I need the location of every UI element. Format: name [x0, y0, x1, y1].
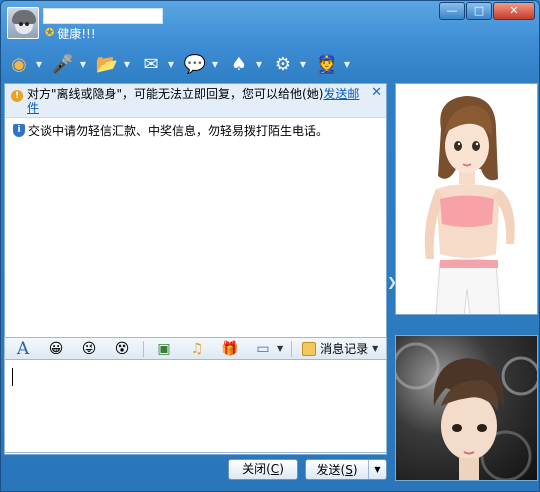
toolbar-game[interactable]: ♠ ▼	[225, 47, 265, 81]
info-icon: !	[11, 90, 23, 102]
status-text: 健康!!!	[57, 26, 96, 41]
chevron-down-icon[interactable]: ▼	[33, 60, 45, 69]
contact-status: ✪ 健康!!!	[45, 25, 96, 41]
video-call-icon: ◉	[11, 53, 27, 75]
mail-icon: ✉	[143, 53, 159, 75]
separator	[291, 340, 293, 357]
male-avatar-illustration	[396, 342, 537, 480]
minimize-button[interactable]: —	[439, 2, 465, 20]
self-avatar-show	[395, 335, 538, 481]
toolbar-voice-call[interactable]: 🎤 ▼	[49, 47, 89, 81]
toolbar-chat-bubble[interactable]: 💬 ▼	[181, 47, 221, 81]
send-button-paren: )	[352, 463, 358, 477]
message-input[interactable]	[4, 360, 387, 453]
close-notice-icon[interactable]: ✕	[371, 86, 382, 100]
history-icon	[302, 341, 317, 356]
send-file-icon: 📂	[95, 53, 119, 75]
chat-bubble-icon: 💬	[183, 53, 207, 75]
close-button-key: C	[270, 462, 280, 476]
screen-capture-icon[interactable]: ▭	[251, 340, 275, 358]
text-caret	[12, 368, 13, 386]
shake-icon[interactable]: 😵	[110, 340, 134, 358]
music-icon[interactable]: ♫	[185, 340, 209, 358]
voice-call-icon: 🎤	[51, 53, 75, 75]
chevron-down-icon[interactable]: ▼	[121, 60, 133, 69]
chevron-down-icon[interactable]: ▼	[277, 344, 283, 353]
format-toolbar: A 😀 😜 😵 ▣ ♫ 🎁 ▭ ▼ 消息记录 ▼	[4, 337, 387, 360]
emoticon-icon[interactable]: 😀	[44, 340, 68, 358]
toolbar-settings[interactable]: ⚙ ▼	[269, 47, 309, 81]
magic-emoticon-icon[interactable]: 😜	[77, 340, 101, 358]
chevron-down-icon[interactable]: ▼	[253, 60, 265, 69]
chevron-down-icon[interactable]: ▼	[341, 60, 353, 69]
send-button-label: 发送(	[316, 463, 346, 477]
chat-toolbar: ◉ ▼ 🎤 ▼ 📂 ▼ ✉ ▼ 💬 ▼ ♠ ▼ ⚙ ▼ 👮 ▼	[5, 47, 537, 81]
contact-avatar[interactable]	[7, 7, 39, 39]
safety-warning: i 交谈中请勿轻信汇款、中奖信息，勿轻易拨打陌生电话。	[13, 122, 328, 139]
toolbar-send-file[interactable]: 📂 ▼	[93, 47, 133, 81]
chevron-down-icon[interactable]: ▼	[209, 60, 221, 69]
status-star-icon: ✪	[45, 26, 55, 39]
message-history-button[interactable]: 消息记录 ▼	[302, 340, 378, 357]
offline-notice-bar: ! 对方"离线或隐身"，可能无法立即回复，您可以给他(她)发送邮件 ✕	[5, 84, 386, 118]
font-icon[interactable]: A	[11, 340, 35, 358]
chevron-down-icon[interactable]: ▼	[77, 60, 89, 69]
chevron-down-icon[interactable]: ▼	[297, 60, 309, 69]
image-icon[interactable]: ▣	[152, 340, 176, 358]
game-icon: ♠	[230, 53, 248, 75]
message-history-label: 消息记录	[320, 342, 369, 356]
female-avatar-illustration	[424, 96, 515, 314]
maximize-button[interactable]: □	[466, 2, 492, 20]
close-button[interactable]: 关闭(C)	[228, 459, 298, 480]
settings-icon: ⚙	[274, 53, 292, 75]
notice-text: 对方"离线或隐身"，可能无法立即回复，您可以给他(她)	[27, 87, 324, 101]
send-options-chevron-icon[interactable]: ▼	[368, 460, 386, 479]
chevron-down-icon: ▼	[372, 344, 379, 353]
send-button-label-wrap: 发送(S)	[306, 461, 368, 478]
contact-name-field	[43, 8, 163, 24]
close-button-label: 关闭(	[242, 462, 271, 476]
window-controls: — □ ✕	[439, 2, 535, 20]
chevron-down-icon[interactable]: ▼	[165, 60, 177, 69]
gift-icon[interactable]: 🎁	[218, 340, 242, 358]
safety-warning-text: 交谈中请勿轻信汇款、中奖信息，勿轻易拨打陌生电话。	[28, 124, 329, 138]
close-window-button[interactable]: ✕	[493, 2, 535, 20]
toolbar-mail[interactable]: ✉ ▼	[137, 47, 177, 81]
shield-icon: i	[13, 124, 25, 137]
contact-avatar-show	[395, 83, 538, 315]
chat-window: ✪ 健康!!! — □ ✕ ◉ ▼ 🎤 ▼ 📂 ▼ ✉ ▼ 💬 ▼ ♠ ▼ ⚙ …	[0, 0, 540, 492]
close-button-paren: )	[279, 462, 284, 476]
toolbar-video-call[interactable]: ◉ ▼	[5, 47, 45, 81]
send-button-key: S	[345, 463, 353, 477]
separator	[143, 340, 144, 357]
toolbar-user-info[interactable]: 👮 ▼	[313, 47, 353, 81]
send-button[interactable]: 发送(S) ▼	[305, 459, 387, 480]
user-info-icon: 👮	[315, 53, 339, 75]
